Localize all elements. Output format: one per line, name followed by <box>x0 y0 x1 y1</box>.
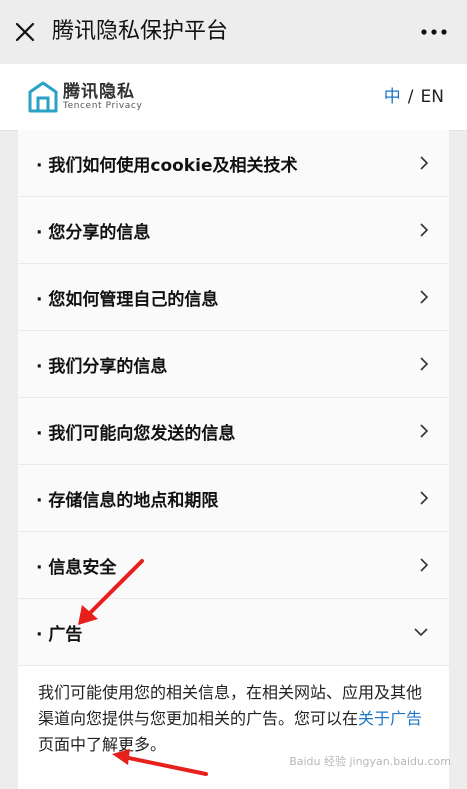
menu-item-label: · 您分享的信息 <box>36 222 151 243</box>
menu-item-label: · 我们如何使用cookie及相关技术 <box>36 155 298 176</box>
close-icon <box>15 22 35 42</box>
chevron-right-icon <box>420 156 429 170</box>
page-title: 腾讯隐私保护平台 <box>52 19 229 44</box>
house-shield-icon <box>28 81 58 113</box>
logo-cn-text: 腾讯隐私 <box>63 81 135 102</box>
ads-description: 我们可能使用您的相关信息，在相关网站、应用及其他渠道向您提供与您更加相关的广告。… <box>38 680 433 758</box>
chevron-right-icon <box>420 357 429 371</box>
policy-content: · 我们如何使用cookie及相关技术 · 您分享的信息 · 您如何管理自己的信… <box>18 130 449 789</box>
close-button[interactable] <box>10 16 40 48</box>
lang-en-link[interactable]: EN <box>421 87 444 107</box>
menu-item-storage[interactable]: · 存储信息的地点和期限 <box>18 465 449 532</box>
site-header: 腾讯隐私 Tencent Privacy 中 / EN <box>0 64 467 131</box>
menu-item-label: · 存储信息的地点和期限 <box>36 490 219 511</box>
chevron-right-icon <box>420 491 429 505</box>
tencent-privacy-logo[interactable]: 腾讯隐私 Tencent Privacy <box>28 80 142 114</box>
more-button[interactable] <box>417 16 451 48</box>
chevron-right-icon <box>420 424 429 438</box>
lang-zh-link[interactable]: 中 <box>384 87 401 107</box>
menu-item-label: · 您如何管理自己的信息 <box>36 289 219 310</box>
menu-item-manage-info[interactable]: · 您如何管理自己的信息 <box>18 264 449 331</box>
chevron-right-icon <box>420 558 429 572</box>
menu-item-cookie[interactable]: · 我们如何使用cookie及相关技术 <box>18 130 449 197</box>
baidu-watermark: Baidu 经验 jingyan.baidu.com <box>289 755 451 768</box>
menu-item-send-info[interactable]: · 我们可能向您发送的信息 <box>18 398 449 465</box>
chevron-down-icon <box>414 628 428 637</box>
annotation-arrow-icon <box>78 559 144 625</box>
language-switch: 中 / EN <box>384 86 444 108</box>
chevron-right-icon <box>420 290 429 304</box>
chevron-right-icon <box>420 223 429 237</box>
lang-separator: / <box>407 87 414 107</box>
top-bar: 腾讯隐私保护平台 <box>0 0 467 64</box>
more-icon <box>421 29 447 35</box>
menu-item-shared-by-you[interactable]: · 您分享的信息 <box>18 197 449 264</box>
logo-en-text: Tencent Privacy <box>63 100 143 111</box>
menu-item-label: · 我们可能向您发送的信息 <box>36 423 236 444</box>
annotation-arrow-icon <box>112 749 208 776</box>
menu-item-we-share[interactable]: · 我们分享的信息 <box>18 331 449 398</box>
menu-item-label: · 我们分享的信息 <box>36 356 168 377</box>
about-ads-link[interactable]: 关于广告 <box>358 709 422 728</box>
